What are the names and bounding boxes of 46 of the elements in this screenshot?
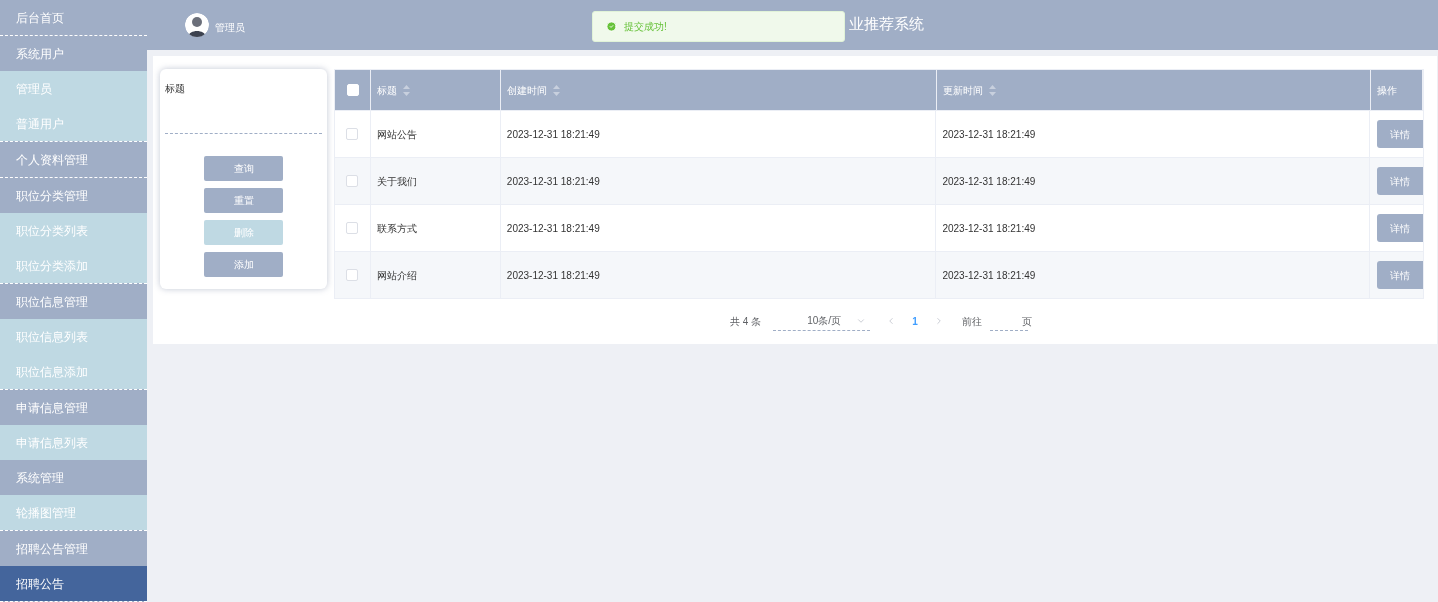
sidebar-item[interactable]: 职位信息添加: [0, 354, 147, 389]
details-button[interactable]: 详情: [1377, 120, 1423, 148]
action-button[interactable]: 添加: [204, 252, 283, 277]
table-cell-text: 网站公告: [376, 127, 417, 142]
action-button[interactable]: 查询: [204, 156, 283, 181]
table-cell-text: 2023-12-31 18:21:49: [942, 127, 1036, 142]
avatar[interactable]: [185, 13, 209, 37]
page-size-select[interactable]: 10条/页: [773, 311, 871, 331]
sidebar-item[interactable]: 管理员: [0, 71, 147, 106]
table-cell-text: 2023-12-31 18:21:49: [942, 221, 1036, 236]
table-cell-text: 2023-12-31 18:21:49: [506, 221, 600, 236]
checkbox[interactable]: [346, 222, 359, 234]
sidebar-item[interactable]: 普通用户: [0, 106, 147, 141]
sort-icon[interactable]: [989, 84, 996, 96]
user-name: 管理员: [215, 20, 245, 35]
system-title: 业推荐系统: [849, 14, 924, 34]
table-cell-text: 关于我们: [376, 174, 417, 189]
sidebar-item[interactable]: 职位分类列表: [0, 213, 147, 248]
table-cell-text: 网站介绍: [376, 268, 417, 283]
sidebar-item[interactable]: 职位信息列表: [0, 319, 147, 354]
table-cell-text: 2023-12-31 18:21:49: [506, 268, 600, 283]
page-number[interactable]: 1: [912, 313, 918, 329]
toast-message: 提交成功!: [624, 20, 667, 34]
goto-label: 前往: [961, 314, 982, 329]
action-button[interactable]: 重置: [204, 188, 283, 213]
sidebar-item[interactable]: 申请信息列表: [0, 425, 147, 460]
details-button[interactable]: 详情: [1377, 167, 1423, 195]
sidebar-item[interactable]: 职位分类添加: [0, 248, 147, 283]
total-count: 共 4 条: [730, 314, 762, 329]
sidebar-item[interactable]: 轮播图管理: [0, 495, 147, 530]
sidebar-item[interactable]: 招聘公告: [0, 566, 147, 601]
table-cell-text: 2023-12-31 18:21:49: [506, 174, 600, 189]
sort-icon[interactable]: [553, 84, 560, 96]
page-unit: 页: [1021, 314, 1032, 329]
sort-icon[interactable]: [403, 84, 410, 96]
table-cell-text: 联系方式: [376, 221, 417, 236]
table-cell-text: 2023-12-31 18:21:49: [942, 174, 1036, 189]
table-cell-text: 2023-12-31 18:21:49: [506, 127, 600, 142]
checkbox[interactable]: [346, 175, 359, 187]
table-cell-text: 2023-12-31 18:21:49: [942, 268, 1036, 283]
checkbox[interactable]: [346, 269, 359, 281]
success-icon: [606, 21, 617, 32]
checkbox[interactable]: [346, 128, 359, 140]
field-label: 标题: [165, 82, 185, 96]
details-button[interactable]: 详情: [1377, 214, 1423, 242]
details-button[interactable]: 详情: [1377, 261, 1423, 289]
